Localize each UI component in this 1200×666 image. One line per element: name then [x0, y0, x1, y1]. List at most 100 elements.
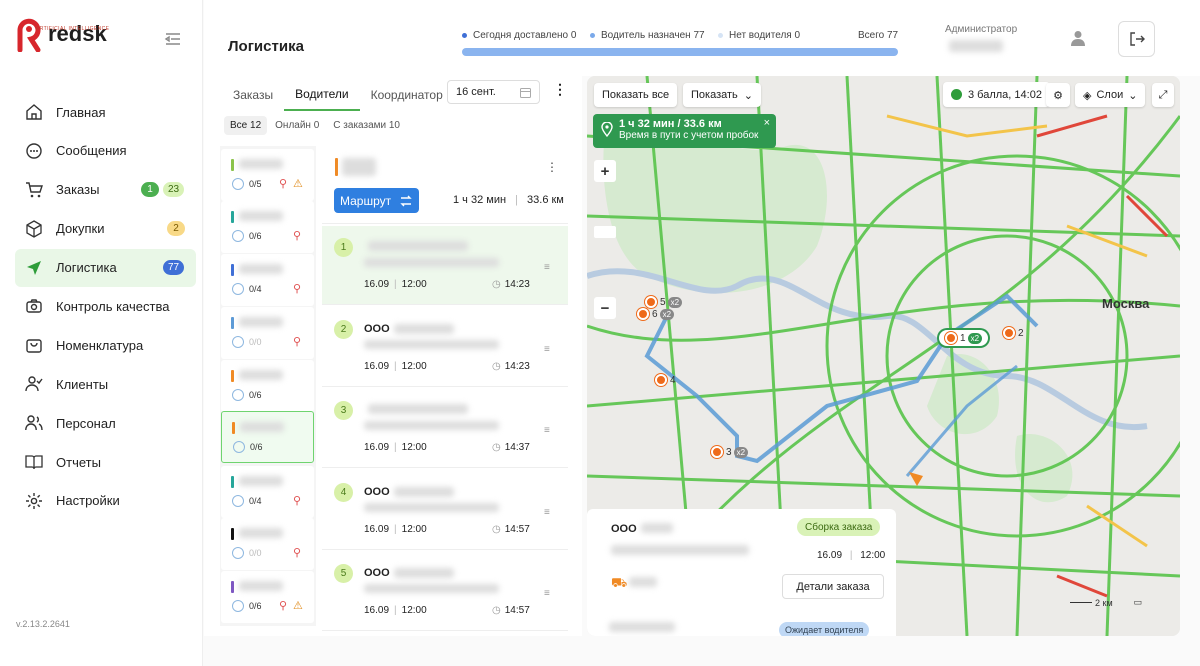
nav-item-home[interactable]: Главная: [15, 93, 196, 131]
collapse-sidebar-icon[interactable]: [164, 30, 182, 48]
driver-card[interactable]: 0/6: [221, 411, 314, 463]
route-duration: 1 ч 32 мин: [453, 194, 507, 206]
drag-handle-icon[interactable]: ≡: [544, 507, 550, 518]
route-more-icon[interactable]: ⋮: [546, 160, 558, 174]
map-marker-1[interactable]: 1 x2: [939, 330, 989, 346]
driver-card[interactable]: 0/6: [221, 360, 314, 412]
nav-item-settings[interactable]: Настройки: [15, 482, 196, 520]
waiting-driver-badge: Ожидает водителя: [779, 622, 870, 636]
stop-eta: ◷ 14:57: [492, 605, 530, 616]
route-stop[interactable]: 1 16.09 | 12:00 ◷ 14:23 ≡: [322, 226, 568, 305]
map-marker-4[interactable]: 4: [655, 374, 676, 386]
location-pin-icon: ⚲: [293, 547, 302, 559]
driver-card[interactable]: 0/6 ⚲: [221, 201, 314, 253]
tab-coordinator[interactable]: Координатор: [360, 80, 454, 110]
map-city-label: Москва: [1102, 296, 1150, 311]
show-all-button[interactable]: Показать все: [594, 83, 678, 107]
traffic-indicator[interactable]: 3 балла, 14:02: [943, 82, 1050, 107]
driver-card[interactable]: 0/0 ⚲: [221, 307, 314, 359]
route-stop[interactable]: 3 16.09 | 12:00 ◷ 14:37 ≡: [322, 389, 568, 468]
drag-handle-icon[interactable]: ≡: [544, 344, 550, 355]
user-avatar-icon[interactable]: [1071, 30, 1085, 46]
nav-item-reports[interactable]: Отчеты: [15, 443, 196, 481]
nav-item-messages[interactable]: Сообщения: [15, 132, 196, 170]
nav-label: Персонал: [56, 415, 116, 431]
map-marker-5[interactable]: 5 x2: [645, 296, 683, 308]
stop-title: [364, 404, 468, 414]
order-card[interactable]: ООО Сборка заказа 16.09 | 12:00 ⛟ Детали…: [587, 509, 896, 636]
map-marker-3[interactable]: 3 x2: [711, 446, 749, 458]
stop-eta-value: 14:23: [504, 279, 530, 290]
brand-logo[interactable]: redsk: [14, 16, 107, 52]
cart-icon: [25, 181, 43, 199]
driver-card[interactable]: 0/0 ⚲: [221, 518, 314, 570]
nav-item-staff[interactable]: Персонал: [15, 404, 196, 442]
status-circle-icon: [232, 283, 244, 295]
tab-drivers[interactable]: Водители: [284, 79, 360, 111]
driver-name-redacted: [239, 476, 283, 486]
more-menu-icon[interactable]: ⋮: [553, 82, 567, 96]
map-marker-2[interactable]: 2: [1003, 327, 1024, 339]
layers-dropdown[interactable]: ◈ Слои ⌄: [1075, 83, 1146, 107]
map-settings-button[interactable]: ⚙: [1046, 83, 1070, 107]
stop-time-from: 12:00: [401, 523, 427, 535]
nav-item-orders[interactable]: Заказы 1 23: [15, 171, 196, 209]
navigation-icon: [25, 259, 43, 277]
nav-item-clients[interactable]: Клиенты: [15, 365, 196, 403]
status-circle-icon: [233, 441, 245, 453]
marker-dot-icon: [645, 296, 657, 308]
ruler-icon[interactable]: ▭: [1134, 597, 1143, 608]
close-icon[interactable]: ×: [764, 117, 770, 129]
fullscreen-button[interactable]: ⤢: [1152, 83, 1174, 107]
drag-handle-icon[interactable]: ≡: [544, 425, 550, 436]
show-dropdown[interactable]: Показать ⌄: [683, 83, 761, 107]
order-card-address-redacted: [611, 545, 749, 555]
filter-online[interactable]: Онлайн 0: [269, 116, 325, 135]
nav-label: Номенклатура: [56, 337, 144, 353]
stop-number: 4: [334, 482, 353, 502]
stop-address-redacted: [364, 502, 499, 512]
driver-color-bar: [231, 581, 234, 593]
driver-card[interactable]: 0/6 ⚲ ⚠: [221, 571, 314, 623]
stop-date-value: 16.09: [364, 523, 390, 535]
route-stop[interactable]: 5 ООО 16.09 | 12:00 ◷ 14:57 ≡: [322, 552, 568, 631]
map-view[interactable]: Показать все Показать ⌄ 3 балла, 14:02 ⚙…: [587, 76, 1180, 636]
driver-card[interactable]: 0/4 ⚲: [221, 466, 314, 518]
show-label: Показать: [691, 89, 738, 101]
nav-item-addons[interactable]: Докупки 2: [15, 210, 196, 248]
stop-date: 16.09 | 12:00: [364, 442, 427, 453]
stop-date-value: 16.09: [364, 279, 390, 290]
driver-filters: Все 12 Онлайн 0 С заказами 10: [224, 116, 406, 135]
nav-item-catalog[interactable]: Номенклатура: [15, 326, 196, 364]
driver-order-count: 0/6: [249, 390, 262, 400]
zoom-in-button[interactable]: +: [594, 160, 616, 182]
stop-date-value: 16.09: [364, 442, 390, 453]
date-picker[interactable]: 16 сент.: [447, 80, 540, 104]
drag-handle-icon[interactable]: ≡: [544, 262, 550, 273]
stop-name-redacted: [393, 323, 454, 334]
stat-assigned: Водитель назначен 77: [590, 30, 705, 41]
route-stop[interactable]: 4 ООО 16.09 | 12:00 ◷ 14:57 ≡: [322, 470, 568, 550]
logout-button[interactable]: [1118, 21, 1155, 57]
build-route-button[interactable]: Маршрут: [334, 188, 419, 213]
marker-label: 2: [1018, 327, 1024, 339]
driver-card[interactable]: 0/5 ⚲ ⚠: [221, 149, 314, 201]
filter-all[interactable]: Все 12: [224, 116, 268, 135]
zoom-out-button[interactable]: −: [594, 297, 616, 319]
bag-icon: [25, 336, 43, 354]
map-marker-6[interactable]: 6 x2: [637, 308, 675, 320]
logistics-badge: 77: [163, 259, 185, 275]
dot-icon: [718, 33, 723, 38]
zoom-slider-handle[interactable]: [594, 226, 616, 238]
stop-eta: ◷ 14:57: [492, 524, 530, 535]
route-header: ⋮ Маршрут 1 ч 32 мин | 33.6 км: [322, 146, 568, 224]
filter-with-orders[interactable]: С заказами 10: [327, 116, 406, 135]
nav-item-logistics[interactable]: Логистика 77: [15, 248, 196, 287]
route-stop[interactable]: 2 ООО 16.09 | 12:00 ◷ 14:23 ≡: [322, 307, 568, 387]
order-details-button[interactable]: Детали заказа: [782, 574, 884, 599]
nav-item-quality[interactable]: Контроль качества: [15, 287, 196, 325]
driver-card[interactable]: 0/4 ⚲: [221, 254, 314, 306]
status-circle-icon: [232, 389, 244, 401]
drag-handle-icon[interactable]: ≡: [544, 588, 550, 599]
tab-orders[interactable]: Заказы: [222, 80, 284, 110]
